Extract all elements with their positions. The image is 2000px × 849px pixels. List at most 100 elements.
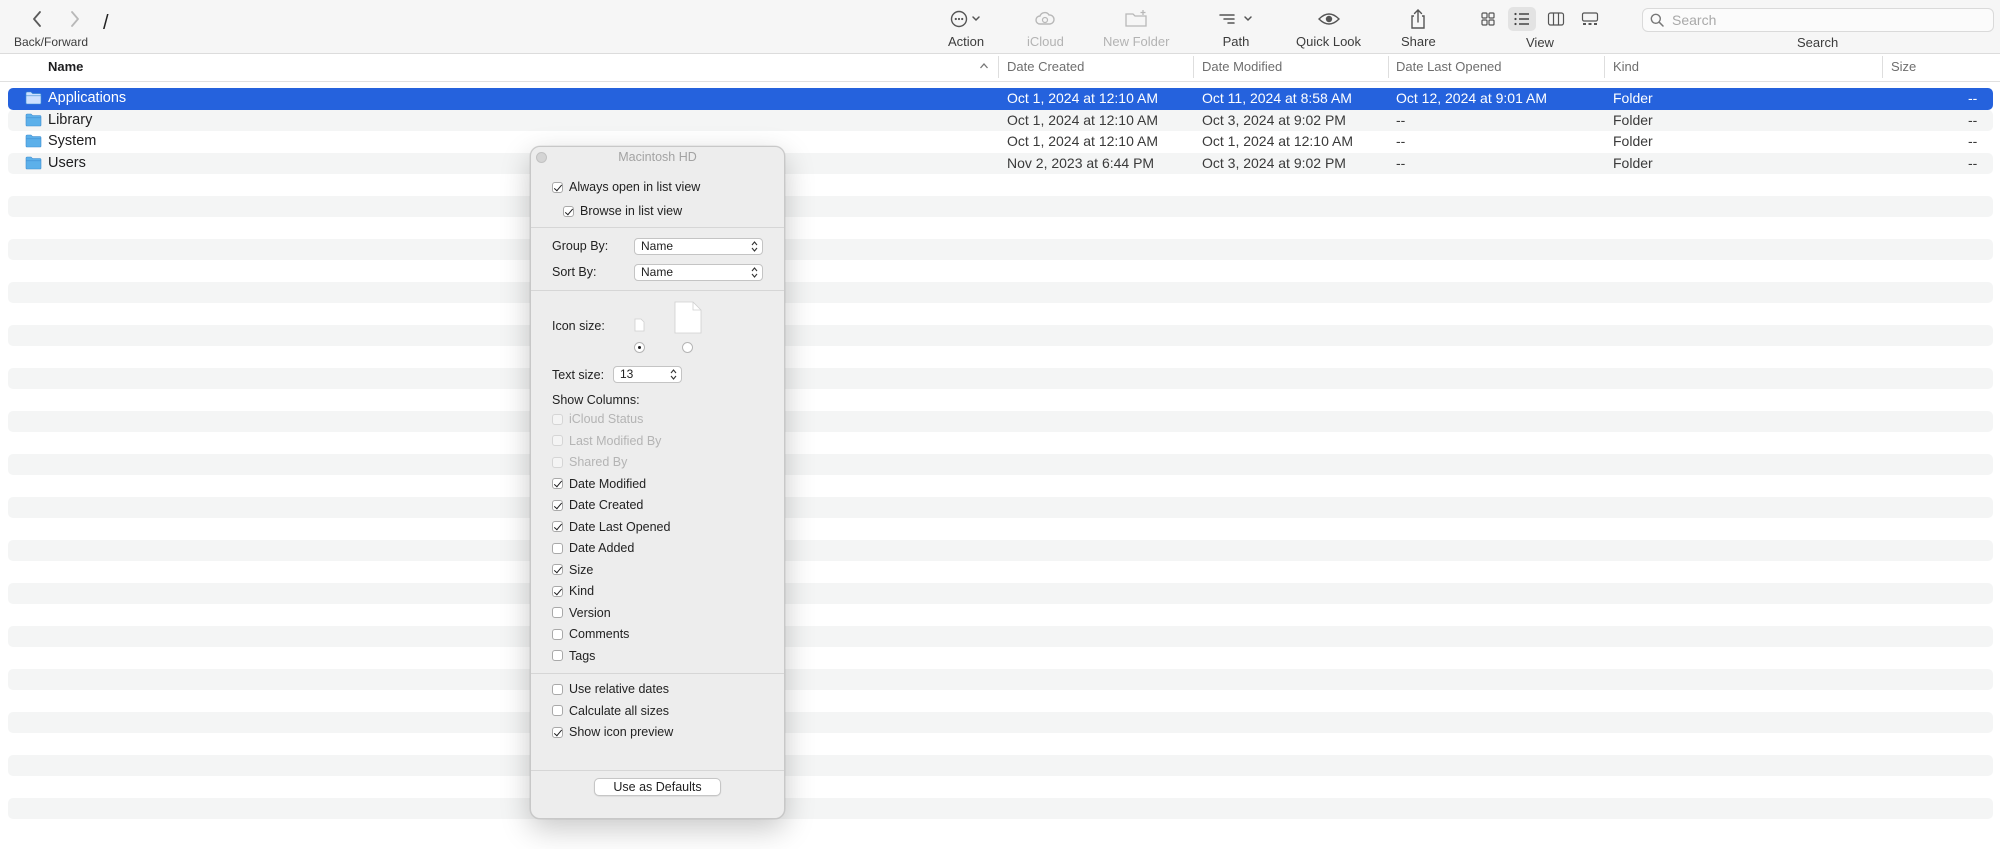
empty-row	[8, 776, 1993, 798]
gallery-icon	[1581, 12, 1599, 25]
checkbox-box	[552, 435, 563, 446]
share-button[interactable]: Share	[1401, 6, 1436, 49]
column-checkbox-row[interactable]: Date Modified	[552, 477, 646, 491]
file-size: --	[1968, 111, 1978, 128]
checkbox-box[interactable]	[552, 726, 563, 738]
column-checkbox-row[interactable]: Version	[552, 606, 611, 620]
checkbox-box[interactable]	[552, 650, 563, 661]
checkbox-label: Show icon preview	[569, 725, 674, 739]
column-checkbox-row[interactable]: Date Added	[552, 541, 634, 555]
column-checkbox-row[interactable]: Kind	[552, 584, 594, 598]
always-open-list-checkbox[interactable]: Always open in list view	[552, 180, 700, 194]
new-folder-button[interactable]: New Folder	[1103, 6, 1169, 49]
divider	[531, 227, 784, 228]
quick-look-button[interactable]: Quick Look	[1296, 6, 1361, 49]
icon-size-small-radio[interactable]	[634, 342, 645, 353]
column-divider[interactable]	[1193, 56, 1194, 78]
column-divider[interactable]	[1882, 56, 1883, 78]
search-input[interactable]	[1670, 11, 1974, 29]
file-name: Applications	[48, 90, 127, 106]
list-view-button[interactable]	[1508, 7, 1536, 31]
checkbox-box[interactable]	[563, 205, 574, 217]
toolbar: Back/Forward / Action iCloud New Folder …	[0, 0, 2000, 54]
file-kind: Folder	[1613, 154, 1653, 171]
empty-row	[8, 260, 1993, 282]
empty-row	[8, 518, 1993, 540]
checkbox-label: Date Last Opened	[569, 519, 671, 534]
checkbox-box[interactable]	[552, 478, 563, 489]
column-date-last-opened[interactable]: Date Last Opened	[1396, 59, 1502, 74]
column-size[interactable]: Size	[1891, 59, 1916, 74]
back-button[interactable]	[26, 8, 48, 30]
column-date-modified[interactable]: Date Modified	[1202, 59, 1282, 74]
path-button[interactable]: Path	[1217, 6, 1255, 49]
column-divider[interactable]	[1388, 56, 1389, 78]
folder-icon	[25, 134, 42, 148]
group-by-select[interactable]: Name	[634, 238, 763, 255]
column-checkbox-row[interactable]: Date Last Opened	[552, 520, 670, 534]
share-label: Share	[1401, 34, 1436, 49]
columns-icon	[1547, 12, 1565, 26]
file-row[interactable]: Library Oct 1, 2024 at 12:10 AM Oct 3, 202…	[8, 109, 1993, 131]
checkbox-box[interactable]	[552, 521, 563, 532]
empty-row	[8, 281, 1993, 303]
file-row[interactable]: Applications Oct 1, 2024 at 12:10 AM Oct 1…	[8, 88, 1993, 110]
text-size-select[interactable]: 13	[613, 366, 682, 383]
column-checkbox-row[interactable]: Date Created	[552, 498, 643, 512]
empty-row	[8, 389, 1993, 411]
checkbox-label: Version	[569, 605, 611, 620]
empty-row	[8, 432, 1993, 454]
always-open-list-label: Always open in list view	[569, 180, 701, 194]
column-checkbox-row[interactable]: Comments	[552, 627, 629, 641]
column-checkbox-row[interactable]: Size	[552, 563, 593, 577]
file-row[interactable]: Users Nov 2, 2023 at 6:44 PM Oct 3, 2024 a…	[8, 152, 1993, 174]
column-checkbox-row[interactable]: Calculate all sizes	[552, 704, 669, 718]
use-as-defaults-button[interactable]: Use as Defaults	[594, 778, 721, 796]
checkbox-box[interactable]	[552, 585, 563, 597]
column-kind[interactable]: Kind	[1613, 59, 1639, 74]
column-name[interactable]: Name	[48, 59, 83, 74]
empty-row	[8, 690, 1993, 712]
empty-row	[8, 733, 1993, 755]
browse-list-checkbox[interactable]: Browse in list view	[563, 204, 682, 218]
file-row[interactable]: System Oct 1, 2024 at 12:10 AM Oct 1, 2024…	[8, 131, 1993, 153]
icon-size-large-radio[interactable]	[682, 342, 693, 353]
checkbox-box[interactable]	[552, 564, 563, 575]
empty-row	[8, 625, 1993, 647]
column-date-created[interactable]: Date Created	[1007, 59, 1084, 74]
file-date-created: Oct 1, 2024 at 12:10 AM	[1007, 90, 1158, 106]
search-field[interactable]	[1642, 8, 1994, 32]
file-date-created: Oct 1, 2024 at 12:10 AM	[1007, 111, 1158, 128]
column-view-button[interactable]	[1542, 7, 1570, 31]
empty-row	[8, 819, 1993, 841]
column-divider[interactable]	[998, 56, 999, 78]
column-checkbox-row[interactable]: Use relative dates	[552, 682, 669, 696]
icon-view-button[interactable]	[1474, 7, 1502, 31]
sort-by-select[interactable]: Name	[634, 264, 763, 281]
checkbox-box[interactable]	[552, 181, 563, 193]
empty-row	[8, 475, 1993, 497]
gallery-view-button[interactable]	[1576, 7, 1604, 31]
column-checkbox-row[interactable]: Show icon preview	[552, 725, 673, 739]
checkbox-box[interactable]	[552, 683, 563, 695]
empty-row	[8, 754, 1993, 776]
checkbox-label: Tags	[569, 648, 596, 663]
checkbox-box[interactable]	[552, 499, 563, 511]
checkbox-box[interactable]	[552, 542, 563, 554]
divider	[531, 673, 784, 674]
column-divider[interactable]	[1604, 56, 1605, 78]
empty-row	[8, 797, 1993, 819]
column-checkbox-row[interactable]: Tags	[552, 649, 595, 663]
icloud-button[interactable]: iCloud	[1027, 6, 1064, 49]
checkbox-box[interactable]	[552, 705, 563, 716]
empty-row	[8, 711, 1993, 733]
path-icon	[1217, 6, 1255, 32]
action-button[interactable]: Action	[948, 6, 984, 49]
file-date-last-opened: --	[1396, 111, 1406, 128]
forward-button[interactable]	[64, 8, 86, 30]
checkbox-label: Date Added	[569, 541, 635, 555]
checkbox-box[interactable]	[552, 628, 563, 640]
checkbox-box[interactable]	[552, 607, 563, 618]
empty-row	[8, 582, 1993, 604]
view-mode-group	[1474, 7, 1604, 31]
